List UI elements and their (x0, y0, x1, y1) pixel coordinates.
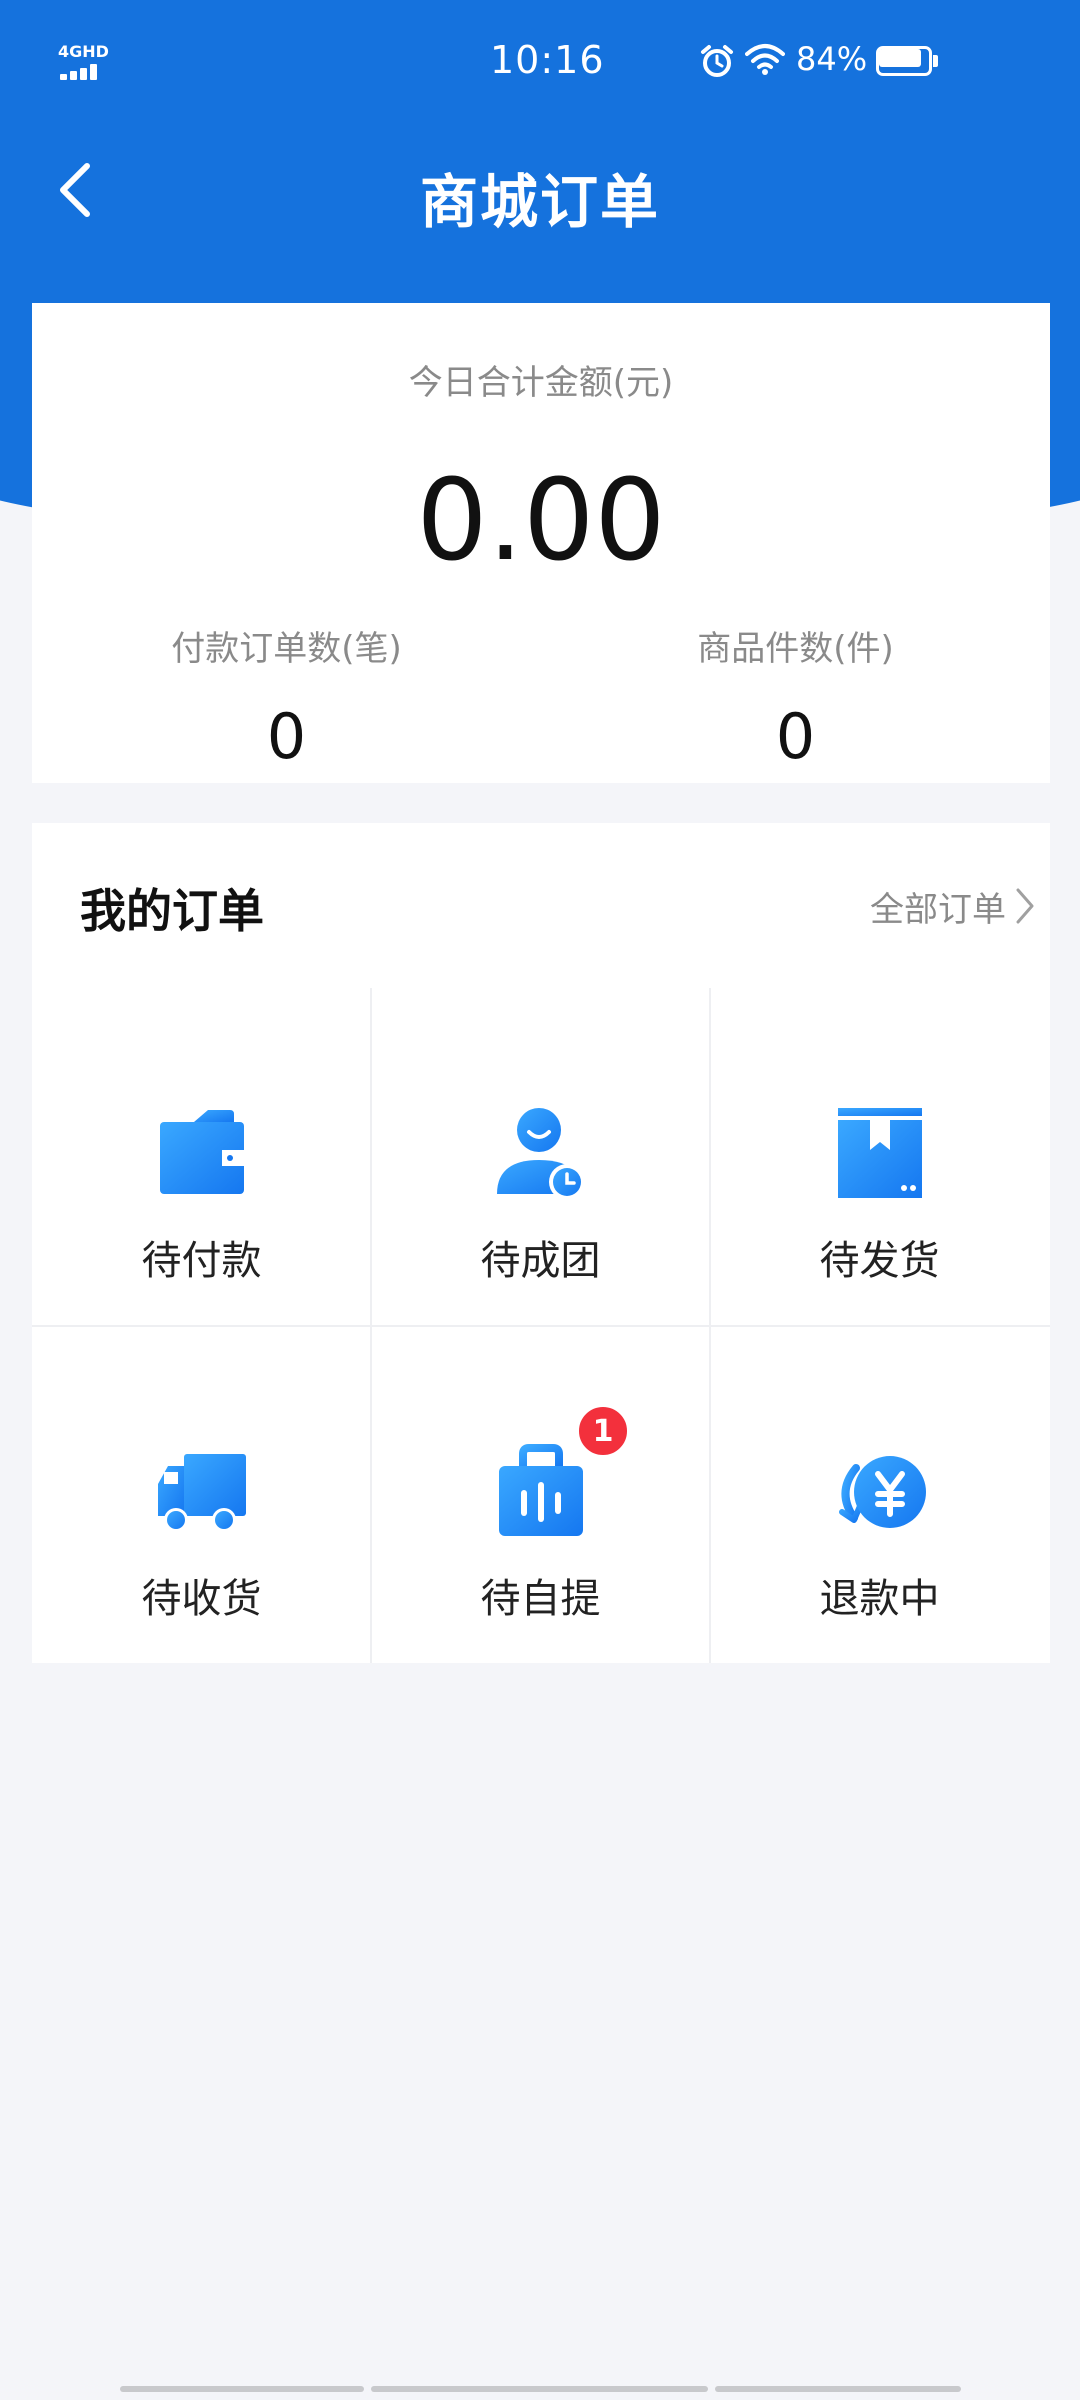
total-amount-label: 今日合计金额(元) (408, 363, 674, 403)
shopping-bag-icon (498, 1444, 583, 1536)
total-amount-value: 0.00 (416, 456, 666, 586)
chevron-right-icon (1016, 888, 1034, 924)
item-count-stat: 商品件数(件) 0 (541, 621, 1050, 773)
my-orders-header: 我的订单 全部订单 (32, 823, 1050, 988)
user-clock-icon (496, 1108, 585, 1200)
battery-icon (876, 46, 938, 76)
status-bar: 4GHD 10:16 84% (0, 0, 1080, 120)
order-status-pending-payment[interactable]: 待付款 (32, 988, 371, 1325)
refunding-label: 退款中 (819, 1576, 940, 1622)
network-type: 4GHD (58, 42, 109, 61)
order-status-pending-pickup[interactable]: 1 待自提 (371, 1326, 710, 1663)
paid-orders-label: 付款订单数(笔) (171, 629, 402, 669)
order-status-refunding[interactable]: 退款中 (710, 1326, 1049, 1663)
item-count-label: 商品件数(件) (697, 629, 894, 669)
alarm-clock-icon (701, 45, 733, 77)
battery-percent: 84% (796, 40, 868, 78)
pending-group-label: 待成团 (480, 1238, 601, 1284)
my-orders-title: 我的订单 (80, 884, 264, 938)
nav-gesture-bar[interactable] (715, 2386, 961, 2392)
pending-receipt-label: 待收货 (141, 1576, 262, 1622)
my-orders-card: 我的订单 全部订单 待付款 待成团 待发货 待收货 1 待自提 退款中 (32, 823, 1050, 1663)
package-box-icon (837, 1108, 922, 1198)
pending-payment-label: 待付款 (141, 1238, 262, 1284)
pending-pickup-badge: 1 (576, 1404, 630, 1458)
daily-summary-card: 今日合计金额(元) 0.00 付款订单数(笔) 0 商品件数(件) 0 (32, 303, 1050, 783)
pending-shipment-label: 待发货 (819, 1238, 940, 1284)
wifi-icon (745, 44, 785, 75)
mall-orders-page: 4GHD 10:16 84% 商城订单 今日合计金额(元) 0.00 付款订单数… (0, 0, 1080, 2400)
paid-orders-value: 0 (266, 700, 307, 773)
pending-pickup-label: 待自提 (480, 1576, 601, 1622)
nav-gesture-bar[interactable] (371, 2386, 708, 2392)
all-orders-link[interactable]: 全部订单 (870, 881, 1036, 931)
order-status-pending-receipt[interactable]: 待收货 (32, 1326, 371, 1663)
grid-divider (32, 1325, 1050, 1327)
nav-gesture-bar[interactable] (120, 2386, 364, 2392)
signal-icon: 4GHD (58, 42, 109, 80)
all-orders-label: 全部订单 (870, 889, 1006, 930)
order-status-grid: 待付款 待成团 待发货 待收货 1 待自提 退款中 (32, 988, 1050, 1663)
refund-yuan-icon (838, 1456, 926, 1528)
page-title: 商城订单 (419, 168, 660, 236)
delivery-truck-icon (157, 1454, 246, 1532)
paid-orders-stat: 付款订单数(笔) 0 (32, 621, 541, 773)
status-time: 10:16 (490, 38, 605, 82)
order-status-pending-shipment[interactable]: 待发货 (710, 988, 1049, 1325)
wallet-icon (159, 1110, 244, 1194)
order-status-pending-group[interactable]: 待成团 (371, 988, 710, 1325)
item-count-value: 0 (775, 700, 816, 773)
